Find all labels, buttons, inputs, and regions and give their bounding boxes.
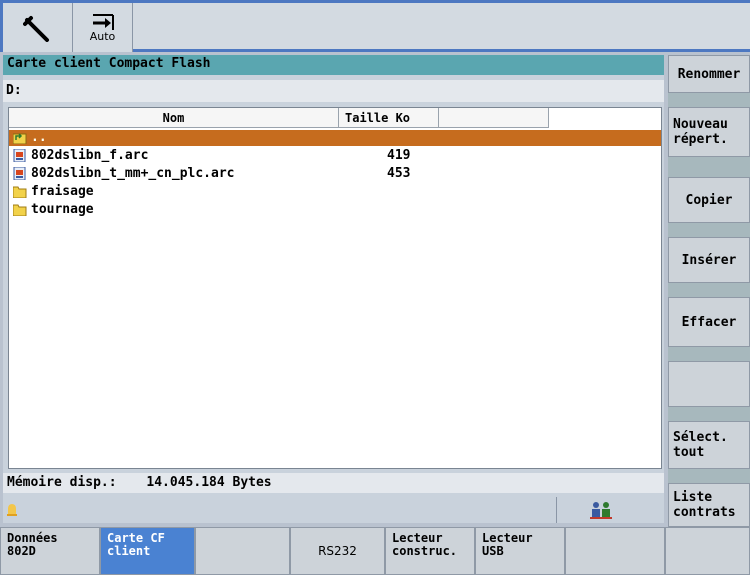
- network-users-icon: [590, 502, 612, 519]
- softkey-gap: [668, 157, 750, 177]
- file-name: 802dslibn_t_mm+_cn_plc.arc: [31, 166, 235, 181]
- softkey-gap: [668, 223, 750, 237]
- parent-folder-icon: [13, 133, 27, 144]
- usb-drive-button[interactable]: Lecteur USB: [475, 527, 565, 575]
- file-row[interactable]: tournage: [9, 202, 661, 218]
- file-size: 419: [387, 148, 411, 163]
- empty-bottom-softkey[interactable]: [195, 527, 290, 575]
- column-header-name[interactable]: Nom: [9, 108, 339, 128]
- auto-label: Auto: [89, 30, 116, 43]
- new-directory-button[interactable]: Nouveau répert.: [668, 107, 750, 157]
- job-list-button[interactable]: Liste contrats: [668, 483, 750, 527]
- folder-icon: [13, 186, 27, 198]
- softkey-gap: [668, 283, 750, 297]
- column-header-size[interactable]: Taille Ko: [339, 108, 439, 128]
- empty-softkey[interactable]: [668, 361, 750, 407]
- softkey-gap: [668, 93, 750, 107]
- file-row[interactable]: fraisage: [9, 184, 661, 200]
- copy-button[interactable]: Copier: [668, 177, 750, 223]
- memory-info: Mémoire disp.: 14.045.184 Bytes: [3, 473, 664, 493]
- insert-button[interactable]: Insérer: [668, 237, 750, 283]
- file-name: tournage: [31, 202, 94, 217]
- wrench-button[interactable]: [3, 3, 73, 52]
- rename-button[interactable]: Renommer: [668, 55, 750, 93]
- folder-icon: [13, 204, 27, 216]
- select-all-button[interactable]: Sélect. tout: [668, 421, 750, 469]
- archive-file-icon: [13, 149, 26, 162]
- wrench-icon: [22, 15, 49, 42]
- alarm-bell-icon: [7, 504, 17, 516]
- file-row[interactable]: 802dslibn_t_mm+_cn_plc.arc 453: [9, 166, 661, 182]
- auto-mode-button[interactable]: Auto: [73, 3, 133, 52]
- file-row-parent[interactable]: ..: [9, 130, 661, 146]
- file-name: ..: [31, 130, 47, 145]
- file-row[interactable]: 802dslibn_f.arc 419: [9, 148, 661, 164]
- arrow-right-into-bar-icon: [92, 14, 114, 30]
- file-name: fraisage: [31, 184, 94, 199]
- softkey-gap: [668, 469, 750, 483]
- softkey-gap: [668, 347, 750, 361]
- delete-button[interactable]: Effacer: [668, 297, 750, 347]
- cf-card-client-button[interactable]: Carte CF client: [100, 527, 195, 575]
- file-name: 802dslibn_f.arc: [31, 148, 149, 163]
- status-bar: [3, 497, 664, 523]
- empty-bottom-softkey[interactable]: [665, 527, 750, 575]
- data-802d-button[interactable]: Données 802D: [0, 527, 100, 575]
- memory-value: 14.045.184 Bytes: [146, 475, 272, 490]
- panel-title: Carte client Compact Flash: [3, 55, 664, 75]
- status-separator: [556, 497, 557, 523]
- empty-bottom-softkey[interactable]: [565, 527, 665, 575]
- top-toolbar: Auto: [0, 0, 750, 52]
- column-header-empty: [439, 108, 549, 128]
- rs232-button[interactable]: RS232: [290, 527, 385, 575]
- file-size: 453: [387, 166, 411, 181]
- drive-construc-button[interactable]: Lecteur construc.: [385, 527, 475, 575]
- memory-label: Mémoire disp.:: [7, 475, 117, 490]
- file-list[interactable]: Nom Taille Ko .. 802dslibn_f.arc 419 802…: [8, 107, 662, 469]
- archive-file-icon: [13, 167, 26, 180]
- softkey-gap: [668, 407, 750, 421]
- current-path: D:: [3, 80, 664, 102]
